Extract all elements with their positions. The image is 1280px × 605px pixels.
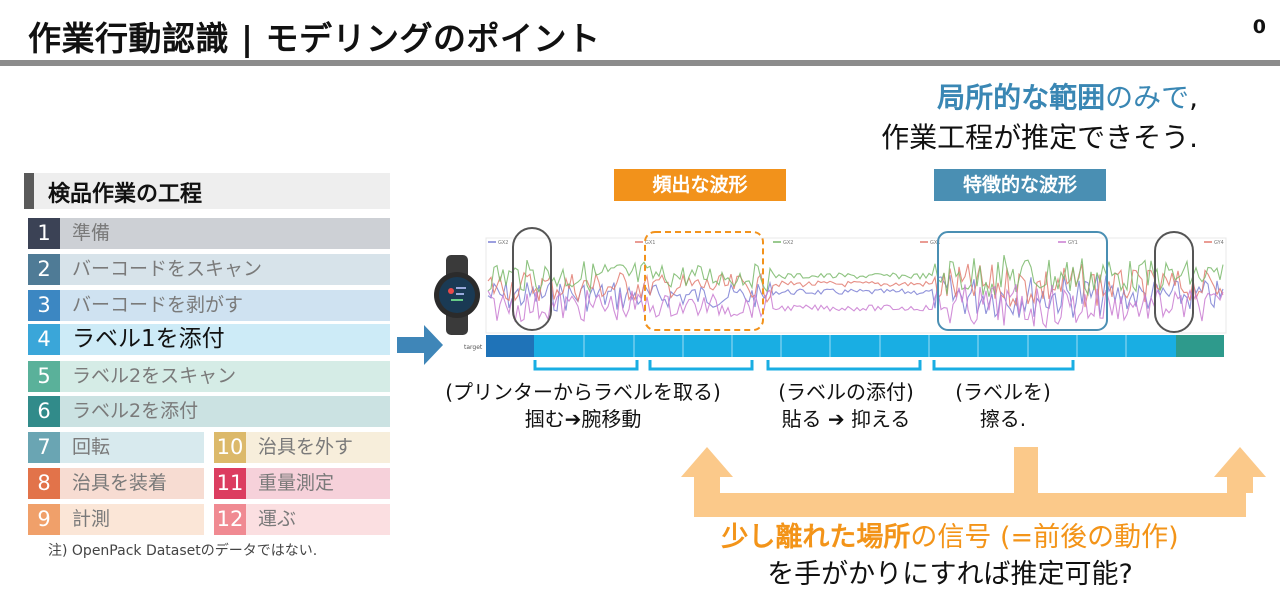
smartwatch-icon [434,255,480,335]
bracket-1 [533,360,639,371]
conclusion-line2: を手がかりにすれば推定可能? [767,559,1133,590]
legend-label: GY1 [1068,240,1078,246]
bracket-4 [932,360,1075,371]
legend-label: GY4 [1214,240,1224,246]
target-segment-2 [534,335,1176,357]
caption-rub: (ラベルを) 擦る. [938,379,1068,433]
caption-rub-line2: 擦る. [979,407,1027,431]
caption-rub-line1: (ラベルを) [955,380,1051,404]
right-arrow-icon [397,325,443,365]
conclusion-emphasis: 少し離れた場所 [721,522,911,553]
target-segment-3 [1176,335,1224,357]
caption-attach-line2: 貼る ➔ 抑える [781,407,911,431]
legend-label: GX1 [645,240,655,246]
caption-attach: (ラベルの添付) 貼る ➔ 抑える [756,379,936,433]
signal-figure: GX2 GX1 GX2 GX1 GY1 GY4 target [397,227,1266,517]
caption-printer-line2: 掴む➔腕移動 [524,407,642,431]
target-label: target [464,344,483,351]
legend-label: GX2 [498,240,508,246]
caption-attach-line1: (ラベルの添付) [778,380,914,404]
plot-frame [485,237,1227,334]
legend-label: GX2 [783,240,793,246]
caption-printer: (プリンターからラベルを取る) 掴む➔腕移動 [416,379,750,433]
conclusion-text: 少し離れた場所の信号 (=前後の動作) を手がかりにすれば推定可能? [640,519,1260,593]
conclusion-signal: の信号 (=前後の動作) [910,522,1179,553]
bracket-2 [648,360,754,371]
conclusion-line1: 少し離れた場所の信号 (=前後の動作) [640,519,1260,556]
bracket-3 [766,360,922,371]
target-segment-1 [486,335,534,357]
context-arrows [681,447,1266,517]
caption-printer-line1: (プリンターからラベルを取る) [445,380,721,404]
